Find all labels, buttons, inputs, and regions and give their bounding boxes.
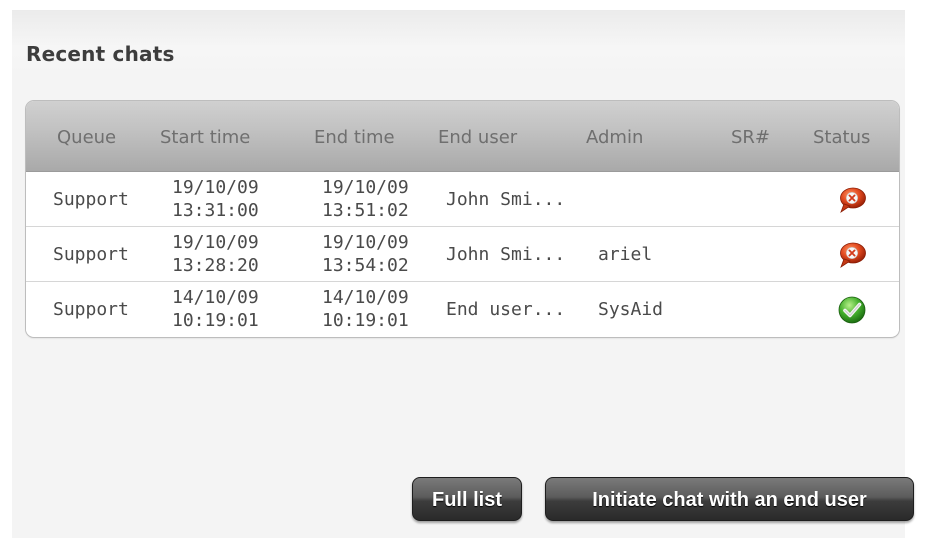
chat-closed-icon[interactable] <box>837 185 867 215</box>
end-time-cell: 19/10/09 13:54:02 <box>322 231 409 277</box>
column-header-end-time[interactable]: End time <box>314 127 395 148</box>
admin-cell: ariel <box>598 244 653 265</box>
admin-cell: SysAid <box>598 299 664 320</box>
start-date: 14/10/09 <box>172 287 259 308</box>
full-list-button[interactable]: Full list <box>412 477 522 521</box>
start-date: 19/10/09 <box>172 232 259 253</box>
end-time-cell: 19/10/09 13:51:02 <box>322 176 409 222</box>
start-time-cell: 19/10/09 13:28:20 <box>172 231 259 277</box>
end-user-cell[interactable]: End user... <box>446 299 565 320</box>
queue-cell: Support <box>53 244 129 265</box>
end-date: 19/10/09 <box>322 177 409 198</box>
table-header: Queue Start time End time End user Admin… <box>26 101 899 172</box>
end-time: 13:51:02 <box>322 200 409 221</box>
end-time: 13:54:02 <box>322 255 409 276</box>
column-header-admin[interactable]: Admin <box>586 127 643 148</box>
queue-cell: Support <box>53 189 129 210</box>
start-time: 10:19:01 <box>172 310 259 331</box>
start-time-cell: 14/10/09 10:19:01 <box>172 286 259 332</box>
end-date: 14/10/09 <box>322 287 409 308</box>
recent-chats-table: Queue Start time End time End user Admin… <box>25 100 900 338</box>
table-row[interactable]: Support 19/10/09 13:31:00 19/10/09 13:51… <box>26 172 899 227</box>
recent-chats-panel: Recent chats Queue Start time End time E… <box>12 10 914 538</box>
column-header-queue[interactable]: Queue <box>57 127 116 148</box>
panel-header: Recent chats <box>12 10 905 78</box>
end-time: 10:19:01 <box>322 310 409 331</box>
column-header-end-user[interactable]: End user <box>438 127 517 148</box>
column-header-sr[interactable]: SR# <box>731 127 770 148</box>
end-date: 19/10/09 <box>322 232 409 253</box>
start-time-cell: 19/10/09 13:31:00 <box>172 176 259 222</box>
column-header-start-time[interactable]: Start time <box>160 127 250 148</box>
chat-closed-icon[interactable] <box>837 240 867 270</box>
start-date: 19/10/09 <box>172 177 259 198</box>
start-time: 13:31:00 <box>172 200 259 221</box>
column-header-status[interactable]: Status <box>813 127 870 148</box>
end-time-cell: 14/10/09 10:19:01 <box>322 286 409 332</box>
panel-title: Recent chats <box>26 42 175 66</box>
end-user-cell[interactable]: John Smi... <box>446 189 565 210</box>
table-row[interactable]: Support 19/10/09 13:28:20 19/10/09 13:54… <box>26 227 899 282</box>
start-time: 13:28:20 <box>172 255 259 276</box>
table-row[interactable]: Support 14/10/09 10:19:01 14/10/09 10:19… <box>26 282 899 336</box>
check-icon[interactable] <box>837 295 867 325</box>
end-user-cell[interactable]: John Smi... <box>446 244 565 265</box>
initiate-chat-button[interactable]: Initiate chat with an end user <box>545 477 914 521</box>
queue-cell: Support <box>53 299 129 320</box>
